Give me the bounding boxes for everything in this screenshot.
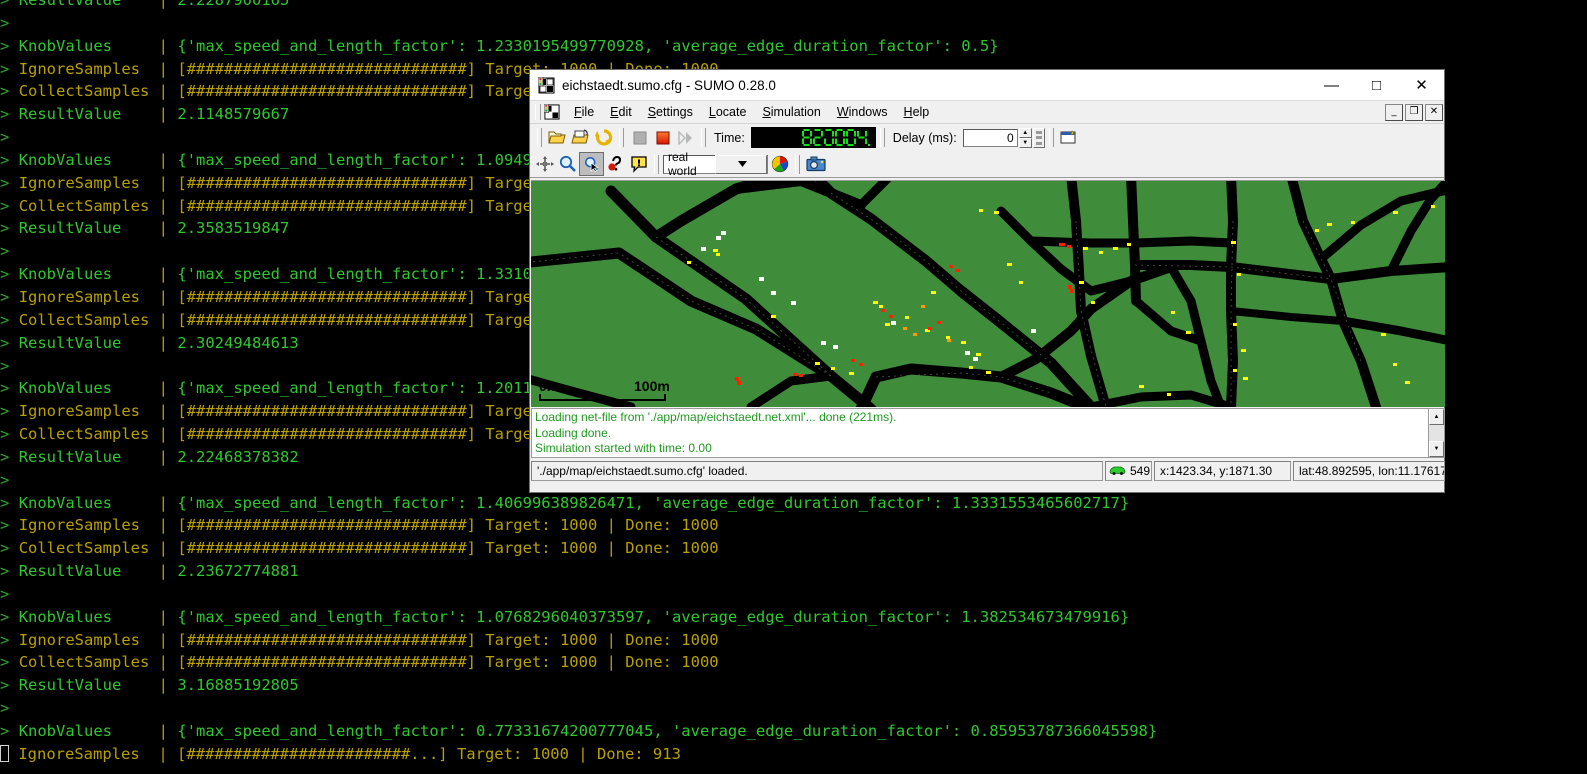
terminal-line: > IgnoreSamples | [#####################… [0,516,719,535]
menu-simulation[interactable]: Simulation [754,103,828,121]
scroll-track[interactable] [1429,425,1444,441]
terminal-line: > CollectSamples | [####################… [0,539,719,558]
scale-left-label: 0m [539,378,560,394]
reload-icon[interactable] [592,127,615,149]
stop-button-icon[interactable] [628,127,651,149]
toolbar-sep-3 [879,128,885,147]
coloring-scheme-value: real world [668,150,697,178]
toolbar-sep-1 [619,128,624,147]
status-geo-coords: lat:48.892595, lon:11.176172 [1293,461,1445,481]
terminal-line: > ResultValue | 3.16885192805 [0,676,299,695]
menubar-grip[interactable] [535,104,541,120]
mdi-window-controls[interactable]: _ ❐ ✕ [1383,103,1444,121]
scroll-up-button[interactable]: ▲ [1429,409,1444,425]
step-button-icon[interactable] [674,127,697,149]
sumo-menu-icon [543,103,560,120]
locator-icon[interactable] [604,153,627,175]
chevron-down-icon[interactable] [714,154,767,174]
window-minimize-button[interactable]: — [1309,71,1354,100]
camera-snapshot-icon[interactable] [804,153,827,175]
scroll-down-button[interactable]: ▼ [1429,441,1444,457]
toolbar-grip-1[interactable] [537,128,542,147]
terminal-line: > [0,699,10,718]
toolbar-sep-4 [1048,128,1054,147]
recenter-view-icon[interactable] [533,153,556,175]
vehicle-count-value: 549 [1130,464,1151,478]
open-folder-icon[interactable] [546,127,569,149]
delay-stepper-up[interactable]: ▲ [1018,127,1032,138]
status-loaded-text: './app/map/eichstaedt.sumo.cfg' loaded. [531,461,1103,481]
map-scale-bar: 0m 100m [539,378,670,401]
vehicle-icon [1109,464,1126,478]
terminal-line: > KnobValues | {'max_speed_and_length_fa… [0,722,1158,740]
window-title: eichstaedt.sumo.cfg - SUMO 0.28.0 [562,77,776,93]
scale-bar-line [539,394,666,401]
mdi-minimize-button[interactable]: _ [1385,103,1403,121]
menu-edit[interactable]: Edit [602,103,640,121]
show-tooltips-icon[interactable] [627,153,650,175]
view-toolbar[interactable]: real world [530,150,1444,178]
simulation-view-canvas[interactable]: 0m 100m [531,180,1445,407]
delay-label: Delay (ms): [892,130,957,145]
simulation-time-display [750,127,876,148]
message-line: Loading done. [535,425,612,440]
window-close-button[interactable]: ✕ [1399,71,1444,100]
run-button-icon[interactable] [651,127,674,149]
toolbar-sep-2 [701,128,706,147]
menu-bar[interactable]: File Edit Settings Locate Simulation Win… [530,101,1444,124]
menu-settings[interactable]: Settings [640,103,701,121]
delay-stepper[interactable]: ▲ ▼ [1018,127,1032,148]
delay-input[interactable]: 0 [962,128,1018,147]
message-line: Simulation started with time: 0.00 [535,441,712,455]
menu-locate[interactable]: Locate [701,103,755,121]
edit-colors-icon[interactable] [768,153,791,175]
sumo-app-icon [537,76,555,94]
zoom-icon[interactable] [556,153,579,175]
scale-right-label: 100m [634,378,670,394]
terminal-line: > CollectSamples | [####################… [0,653,719,672]
terminal-line: > KnobValues | {'max_speed_and_length_fa… [0,493,1130,512]
mdi-close-button[interactable]: ✕ [1425,103,1443,121]
terminal-line: > [0,584,10,603]
terminal-line: > [0,13,10,32]
edit-viewport-icon[interactable] [1058,127,1081,149]
delay-slider[interactable] [1032,127,1045,148]
mdi-restore-button[interactable]: ❐ [1405,103,1423,121]
message-line: Loading net-file from './app/map/eichsta… [535,410,897,424]
status-bar: './app/map/eichstaedt.sumo.cfg' loaded. … [531,460,1445,482]
message-scrollbar[interactable]: ▲ ▼ [1428,409,1444,457]
status-cartesian-coords: x:1423.34, y:1871.30 [1154,461,1291,481]
toolbar-sep-6 [795,154,800,174]
terminal-line: > KnobValues | {'max_speed_and_length_fa… [0,36,999,55]
toolbar-sep-5 [654,154,659,174]
time-label: Time: [714,130,745,145]
zoom-style-icon[interactable] [579,152,604,176]
terminal-line: > ResultValue | 2.23672774881 [0,562,299,581]
menu-help[interactable]: Help [896,103,938,121]
menu-windows[interactable]: Windows [829,103,896,121]
terminal-line: > ResultValue | 2.2287900165 [0,0,290,9]
simulation-toolbar[interactable]: Time: Delay (ms): 0 ▲ ▼ [530,124,1444,151]
terminal-line: IgnoreSamples | [#######################… [0,743,1587,766]
sumo-gui-window[interactable]: eichstaedt.sumo.cfg - SUMO 0.28.0 — □ ✕ … [529,69,1445,493]
menu-file[interactable]: File [566,103,602,121]
status-vehicle-count: 549 [1105,461,1152,481]
window-titlebar[interactable]: eichstaedt.sumo.cfg - SUMO 0.28.0 — □ ✕ [530,70,1444,101]
message-list: Loading net-file from './app/map/eichsta… [532,409,1428,457]
window-maximize-button[interactable]: □ [1354,71,1399,100]
open-network-icon[interactable] [569,127,592,149]
terminal-line: > IgnoreSamples | [#####################… [0,630,719,649]
terminal-line: > KnobValues | {'max_speed_and_length_fa… [0,607,1130,626]
message-panel[interactable]: Loading net-file from './app/map/eichsta… [531,408,1445,458]
delay-stepper-down[interactable]: ▼ [1018,137,1032,148]
coloring-scheme-select[interactable]: real world [663,150,768,178]
